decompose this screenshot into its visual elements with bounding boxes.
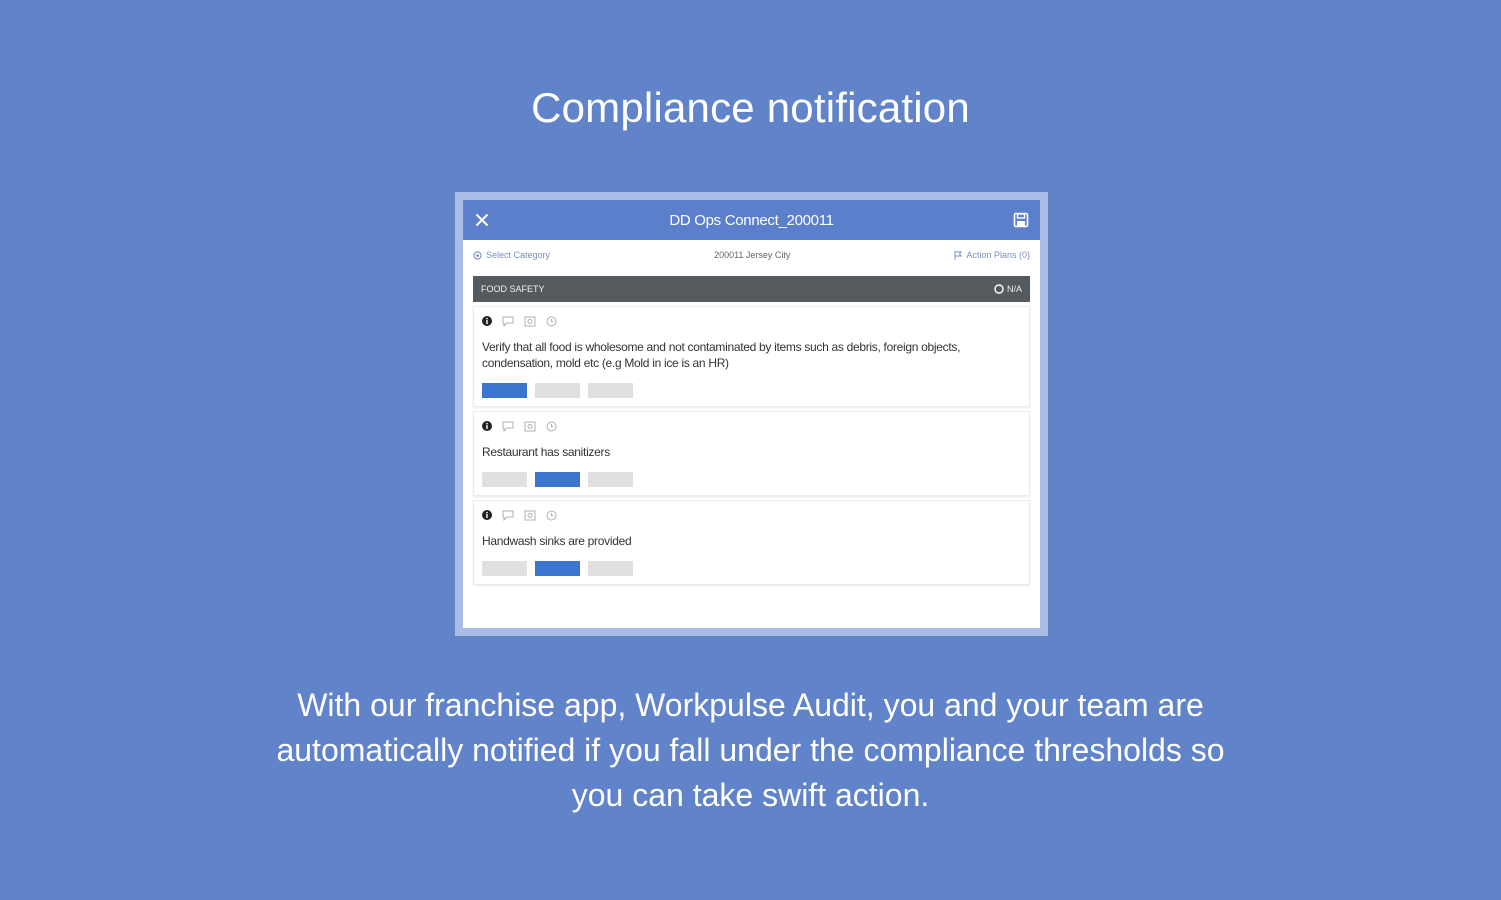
app-header: DD Ops Connect_200011: [463, 200, 1040, 240]
question-toolbar: [482, 507, 1021, 523]
app-title: DD Ops Connect_200011: [669, 211, 834, 229]
app-screenshot-frame: DD Ops Connect_200011 Select Category 20…: [455, 192, 1048, 636]
comment-icon: [502, 316, 514, 327]
answer-options: [482, 561, 1021, 576]
question-text: Handwash sinks are provided: [482, 534, 632, 548]
question-card: Handwash sinks are provided: [473, 500, 1030, 585]
answer-option-yes[interactable]: [482, 383, 527, 398]
photo-icon: [524, 316, 536, 326]
answer-option-no[interactable]: [535, 561, 580, 576]
info-icon: [482, 510, 492, 520]
target-icon: [473, 250, 482, 260]
action-plans-link[interactable]: Action Plans (0): [954, 250, 1030, 260]
location-text: 200011 Jersey City: [714, 250, 791, 260]
radio-icon: [994, 284, 1004, 294]
answer-option-yes[interactable]: [482, 472, 527, 487]
answer-option-na[interactable]: [588, 561, 633, 576]
question-toolbar: [482, 418, 1021, 434]
select-category-label: Select Category: [486, 250, 551, 260]
app-subheader: Select Category 200011 Jersey City Actio…: [463, 240, 1040, 270]
answer-options: [482, 472, 1021, 487]
na-toggle[interactable]: N/A: [994, 284, 1022, 294]
section-title: FOOD SAFETY: [481, 284, 545, 294]
question-text: Restaurant has sanitizers: [482, 445, 610, 459]
location-label: 200011 Jersey City: [714, 250, 790, 260]
answer-option-no[interactable]: [535, 383, 580, 398]
info-icon: [482, 421, 492, 431]
question-text: Verify that all food is wholesome and no…: [482, 340, 961, 370]
photo-icon: [524, 510, 536, 520]
na-label: N/A: [1006, 284, 1022, 294]
question-card: Restaurant has sanitizers: [473, 411, 1030, 496]
clock-icon: [546, 510, 557, 520]
photo-icon: [524, 421, 536, 431]
comment-icon: [502, 510, 514, 521]
question-card: Verify that all food is wholesome and no…: [473, 306, 1030, 407]
select-category-link[interactable]: Select Category: [473, 250, 550, 260]
answer-option-na[interactable]: [588, 383, 633, 398]
answer-option-yes[interactable]: [482, 561, 527, 576]
page-headline: Compliance notification: [531, 84, 970, 131]
save-icon[interactable]: [1012, 211, 1030, 229]
answer-option-no[interactable]: [535, 472, 580, 487]
marketing-caption: With our franchise app, Workpulse Audit,…: [276, 687, 1225, 813]
comment-icon: [502, 421, 514, 432]
flag-icon: [954, 250, 963, 260]
close-icon[interactable]: [473, 211, 491, 229]
question-toolbar: [482, 313, 1021, 329]
info-icon: [482, 316, 492, 326]
food-safety-section-header: FOOD SAFETY N/A: [473, 276, 1030, 302]
action-plans-label: Action Plans (0): [966, 250, 1030, 260]
answer-option-na[interactable]: [588, 472, 633, 487]
answer-options: [482, 383, 1021, 398]
clock-icon: [546, 316, 557, 326]
clock-icon: [546, 421, 557, 431]
